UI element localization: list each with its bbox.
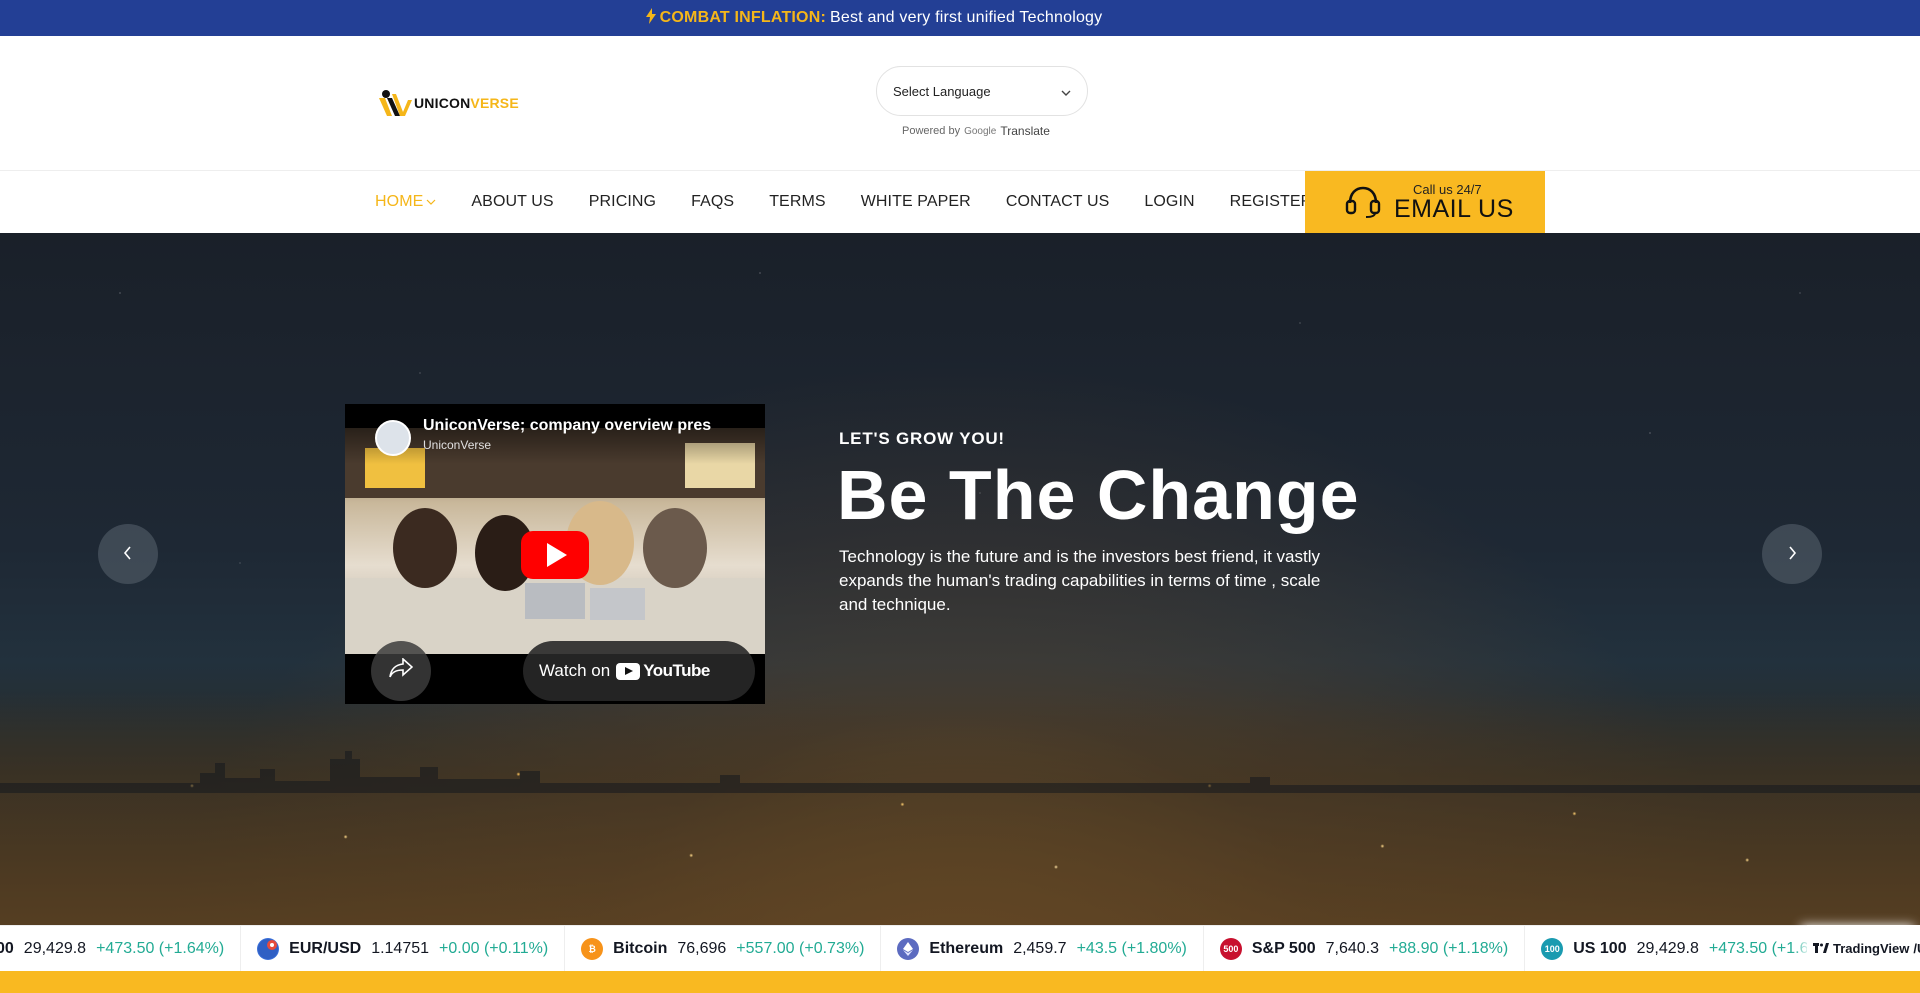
lightning-icon [645,7,656,29]
nav-items: HOME ABOUT US PRICING FAQS TERMS WHITE P… [375,171,1347,233]
site-header: UNICONVERSE Select Language Powered by G… [0,36,1920,171]
watch-on-youtube-button[interactable]: Watch on YouTube [523,641,755,701]
chevron-left-icon [123,543,133,566]
ticker-item[interactable]: Ethereum 2,459.7 +43.5 (+1.80%) [881,926,1204,971]
tradingview-badge[interactable]: TradingView /U [1807,925,1920,971]
video-embed[interactable]: UniconVerse; company overview pres Unico… [345,404,765,704]
nav-item-pricing[interactable]: PRICING [589,193,656,211]
eur-usd-icon [257,938,280,960]
logo-text: UNICONVERSE [414,95,519,111]
nav-item-terms[interactable]: TERMS [769,193,826,211]
logo-mark-icon [378,88,412,118]
play-icon [547,543,567,567]
headset-icon [1345,185,1381,219]
play-button[interactable] [521,531,589,579]
ticker-item[interactable]: EUR/USD 1.14751 +0.00 (+0.11%) [241,926,566,971]
slider-next-button[interactable] [1762,524,1822,584]
nav-item-contact-us[interactable]: CONTACT US [1006,193,1110,211]
ticker-track: 00 29,429.8 +473.50 (+1.64%) EUR/USD 1.1… [0,926,1854,971]
video-channel[interactable]: UniconVerse [423,438,491,452]
tradingview-tail: /U [1913,940,1920,956]
announcement-tag: COMBAT INFLATION: [659,9,826,26]
ethereum-icon [897,938,920,960]
city-lights-background [0,693,1920,925]
ticker-item[interactable]: 500 S&P 500 7,640.3 +88.90 (+1.18%) [1204,926,1526,971]
share-button[interactable] [371,641,431,701]
google-logo: Google [964,125,997,137]
hero-description: Technology is the future and is the inve… [839,547,1321,614]
announcement-message: Best and very first unified Technology [830,9,1103,26]
hero-slider: UniconVerse; company overview pres Unico… [0,233,1920,925]
nav-item-about-us[interactable]: ABOUT US [471,193,553,211]
main-nav: HOME ABOUT US PRICING FAQS TERMS WHITE P… [0,171,1920,233]
bitcoin-icon: ₿ [581,938,604,960]
translate-link[interactable]: Translate [1000,124,1050,138]
chevron-down-icon [426,197,436,208]
announcement-content: COMBAT INFLATION: Best and very first un… [645,7,1103,29]
hero-headline: Be The Change [837,456,1360,534]
us100-icon: 100 [1541,938,1564,960]
announcement-bar: COMBAT INFLATION: Best and very first un… [0,0,1920,36]
slider-prev-button[interactable] [98,524,158,584]
google-translate-credit: Powered by Google Translate [902,124,1050,138]
tradingview-label: TradingView [1833,940,1910,956]
chevron-right-icon [1787,543,1797,566]
video-title[interactable]: UniconVerse; company overview pres [423,417,743,435]
email-us-button[interactable]: Call us 24/7 EMAIL US [1305,171,1545,233]
price-ticker: 00 29,429.8 +473.50 (+1.64%) EUR/USD 1.1… [0,925,1920,971]
chevron-down-icon [1061,84,1071,99]
nav-item-register[interactable]: REGISTER [1230,193,1313,211]
nav-item-home[interactable]: HOME [375,193,436,211]
nav-item-white-paper[interactable]: WHITE PAPER [861,193,971,211]
watch-on-label: Watch on [539,661,611,680]
sp500-icon: 500 [1219,938,1242,960]
tradingview-logo-icon [1813,941,1829,956]
nav-item-login[interactable]: LOGIN [1144,193,1194,211]
nav-item-faqs[interactable]: FAQS [691,193,734,211]
bottom-accent-bar [0,971,1920,993]
language-select[interactable]: Select Language [876,66,1088,116]
language-select-label: Select Language [893,83,991,99]
email-us-label: EMAIL US [1394,195,1514,223]
hero-eyebrow: LET'S GROW YOU! [839,429,1005,448]
channel-avatar[interactable] [375,420,411,456]
site-logo[interactable]: UNICONVERSE [378,88,519,118]
youtube-logo-icon: YouTube [616,661,710,681]
ticker-item[interactable]: ₿ Bitcoin 76,696 +557.00 (+0.73%) [565,926,882,971]
ticker-item[interactable]: 00 29,429.8 +473.50 (+1.64%) [0,926,242,971]
city-skyline [0,751,1920,793]
ticker-item[interactable]: 100 US 100 29,429.8 +473.50 (+1.64%) [1525,926,1854,971]
share-icon [389,657,414,684]
